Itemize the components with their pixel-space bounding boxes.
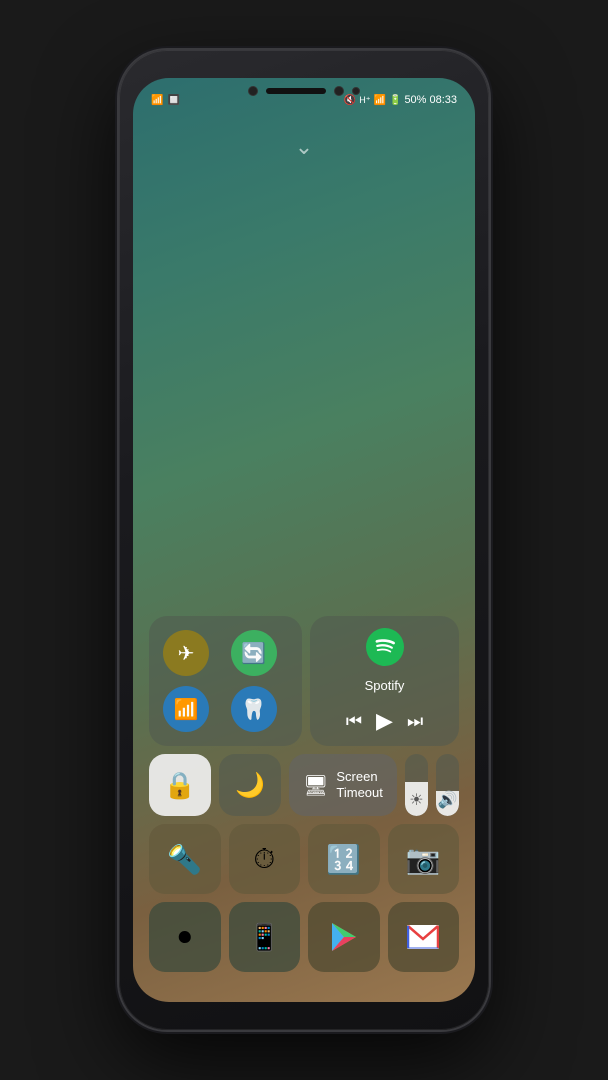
phone-screen: 📶 🔲 🔇 H⁺ 📶 🔋 50% 08:33 ⌄ ✈ [133, 78, 475, 1002]
rotation-icon: 🔄 [241, 641, 266, 666]
status-left: 📶 🔲 [151, 95, 180, 106]
row-controls: 🔒 🌙 🖥 ScreenTimeout ☀ [149, 754, 459, 816]
status-right: 🔇 H⁺ 📶 🔋 50% 08:33 [344, 94, 457, 106]
screen-timeout-icon: 🖥 [303, 773, 328, 798]
phone-frame: 📶 🔲 🔇 H⁺ 📶 🔋 50% 08:33 ⌄ ✈ [119, 50, 489, 1030]
wifi-icon: 📶 [174, 697, 199, 722]
row-apps: ⏺ 📱 [149, 902, 459, 972]
spotify-logo-icon [366, 628, 404, 666]
camera-shortcut-tile[interactable]: 📷 [388, 824, 460, 894]
collapse-chevron[interactable]: ⌄ [295, 134, 313, 160]
volume-slider[interactable]: 🔊 [436, 754, 459, 816]
quick-toggles: 🔒 🌙 [149, 754, 281, 816]
orientation-lock-tile[interactable]: 🔒 [149, 754, 211, 816]
screen-timeout-tile[interactable]: 🖥 ScreenTimeout [289, 754, 397, 816]
signal-bars-icon: 📶 [374, 95, 386, 106]
connectivity-grid: ✈ 🔄 📶 🦷 [149, 616, 302, 746]
time-display: 08:33 [429, 94, 457, 106]
signal-icon: 📶 [151, 95, 163, 106]
previous-button[interactable]: ⏮ [346, 711, 362, 732]
screen-timeout-label: ScreenTimeout [336, 769, 382, 800]
do-not-disturb-tile[interactable]: 🌙 [219, 754, 281, 816]
gmail-icon [407, 925, 439, 949]
play-store-icon [328, 921, 360, 953]
flashlight-icon: 🔦 [167, 843, 202, 876]
screen-record-tile[interactable]: ⏺ [149, 902, 221, 972]
flashlight-tile[interactable]: 🔦 [149, 824, 221, 894]
lock-rotation-icon: 🔒 [164, 770, 196, 801]
timer-icon: ⏱ [253, 843, 275, 876]
spotify-panel[interactable]: Spotify ⏮ ▶ ⏭ [310, 616, 459, 746]
gmail-tile[interactable] [388, 902, 460, 972]
row-connectivity-media: ✈ 🔄 📶 🦷 [149, 616, 459, 746]
calculator-tile[interactable]: 🔢 [308, 824, 380, 894]
brightness-icon: ☀ [409, 790, 423, 810]
record-icon: ⏺ [178, 921, 191, 953]
media-controls: ⏮ ▶ ⏭ [346, 708, 423, 734]
status-bar: 📶 🔲 🔇 H⁺ 📶 🔋 50% 08:33 [133, 78, 475, 114]
phone-icon: 📱 [248, 922, 280, 953]
mute-icon: 🔇 [344, 95, 356, 106]
wifi-status-icon: 🔲 [167, 95, 179, 106]
row-shortcuts: 🔦 ⏱ 🔢 📷 [149, 824, 459, 894]
bluetooth-toggle-button[interactable]: 🦷 [231, 686, 277, 732]
data-icon: H⁺ [359, 95, 370, 106]
camera-icon: 📷 [406, 843, 441, 876]
spotify-label: Spotify [365, 678, 405, 693]
wifi-toggle-button[interactable]: 📶 [163, 686, 209, 732]
calculator-icon: 🔢 [326, 843, 361, 876]
brightness-slider[interactable]: ☀ [405, 754, 428, 816]
timer-tile[interactable]: ⏱ [229, 824, 301, 894]
airplane-icon: ✈ [178, 641, 195, 666]
control-panel: ✈ 🔄 📶 🦷 [149, 616, 459, 972]
next-button[interactable]: ⏭ [407, 711, 423, 732]
play-pause-button[interactable]: ▶ [376, 708, 393, 734]
bluetooth-icon: 🦷 [241, 697, 266, 722]
battery-percent: 50% [404, 94, 426, 106]
airplane-mode-button[interactable]: ✈ [163, 630, 209, 676]
phone-mirror-tile[interactable]: 📱 [229, 902, 301, 972]
rotation-lock-button[interactable]: 🔄 [231, 630, 277, 676]
play-store-tile[interactable] [308, 902, 380, 972]
battery-icon: 🔋 [389, 95, 401, 106]
volume-icon: 🔊 [438, 790, 458, 810]
moon-icon: 🌙 [235, 771, 265, 800]
